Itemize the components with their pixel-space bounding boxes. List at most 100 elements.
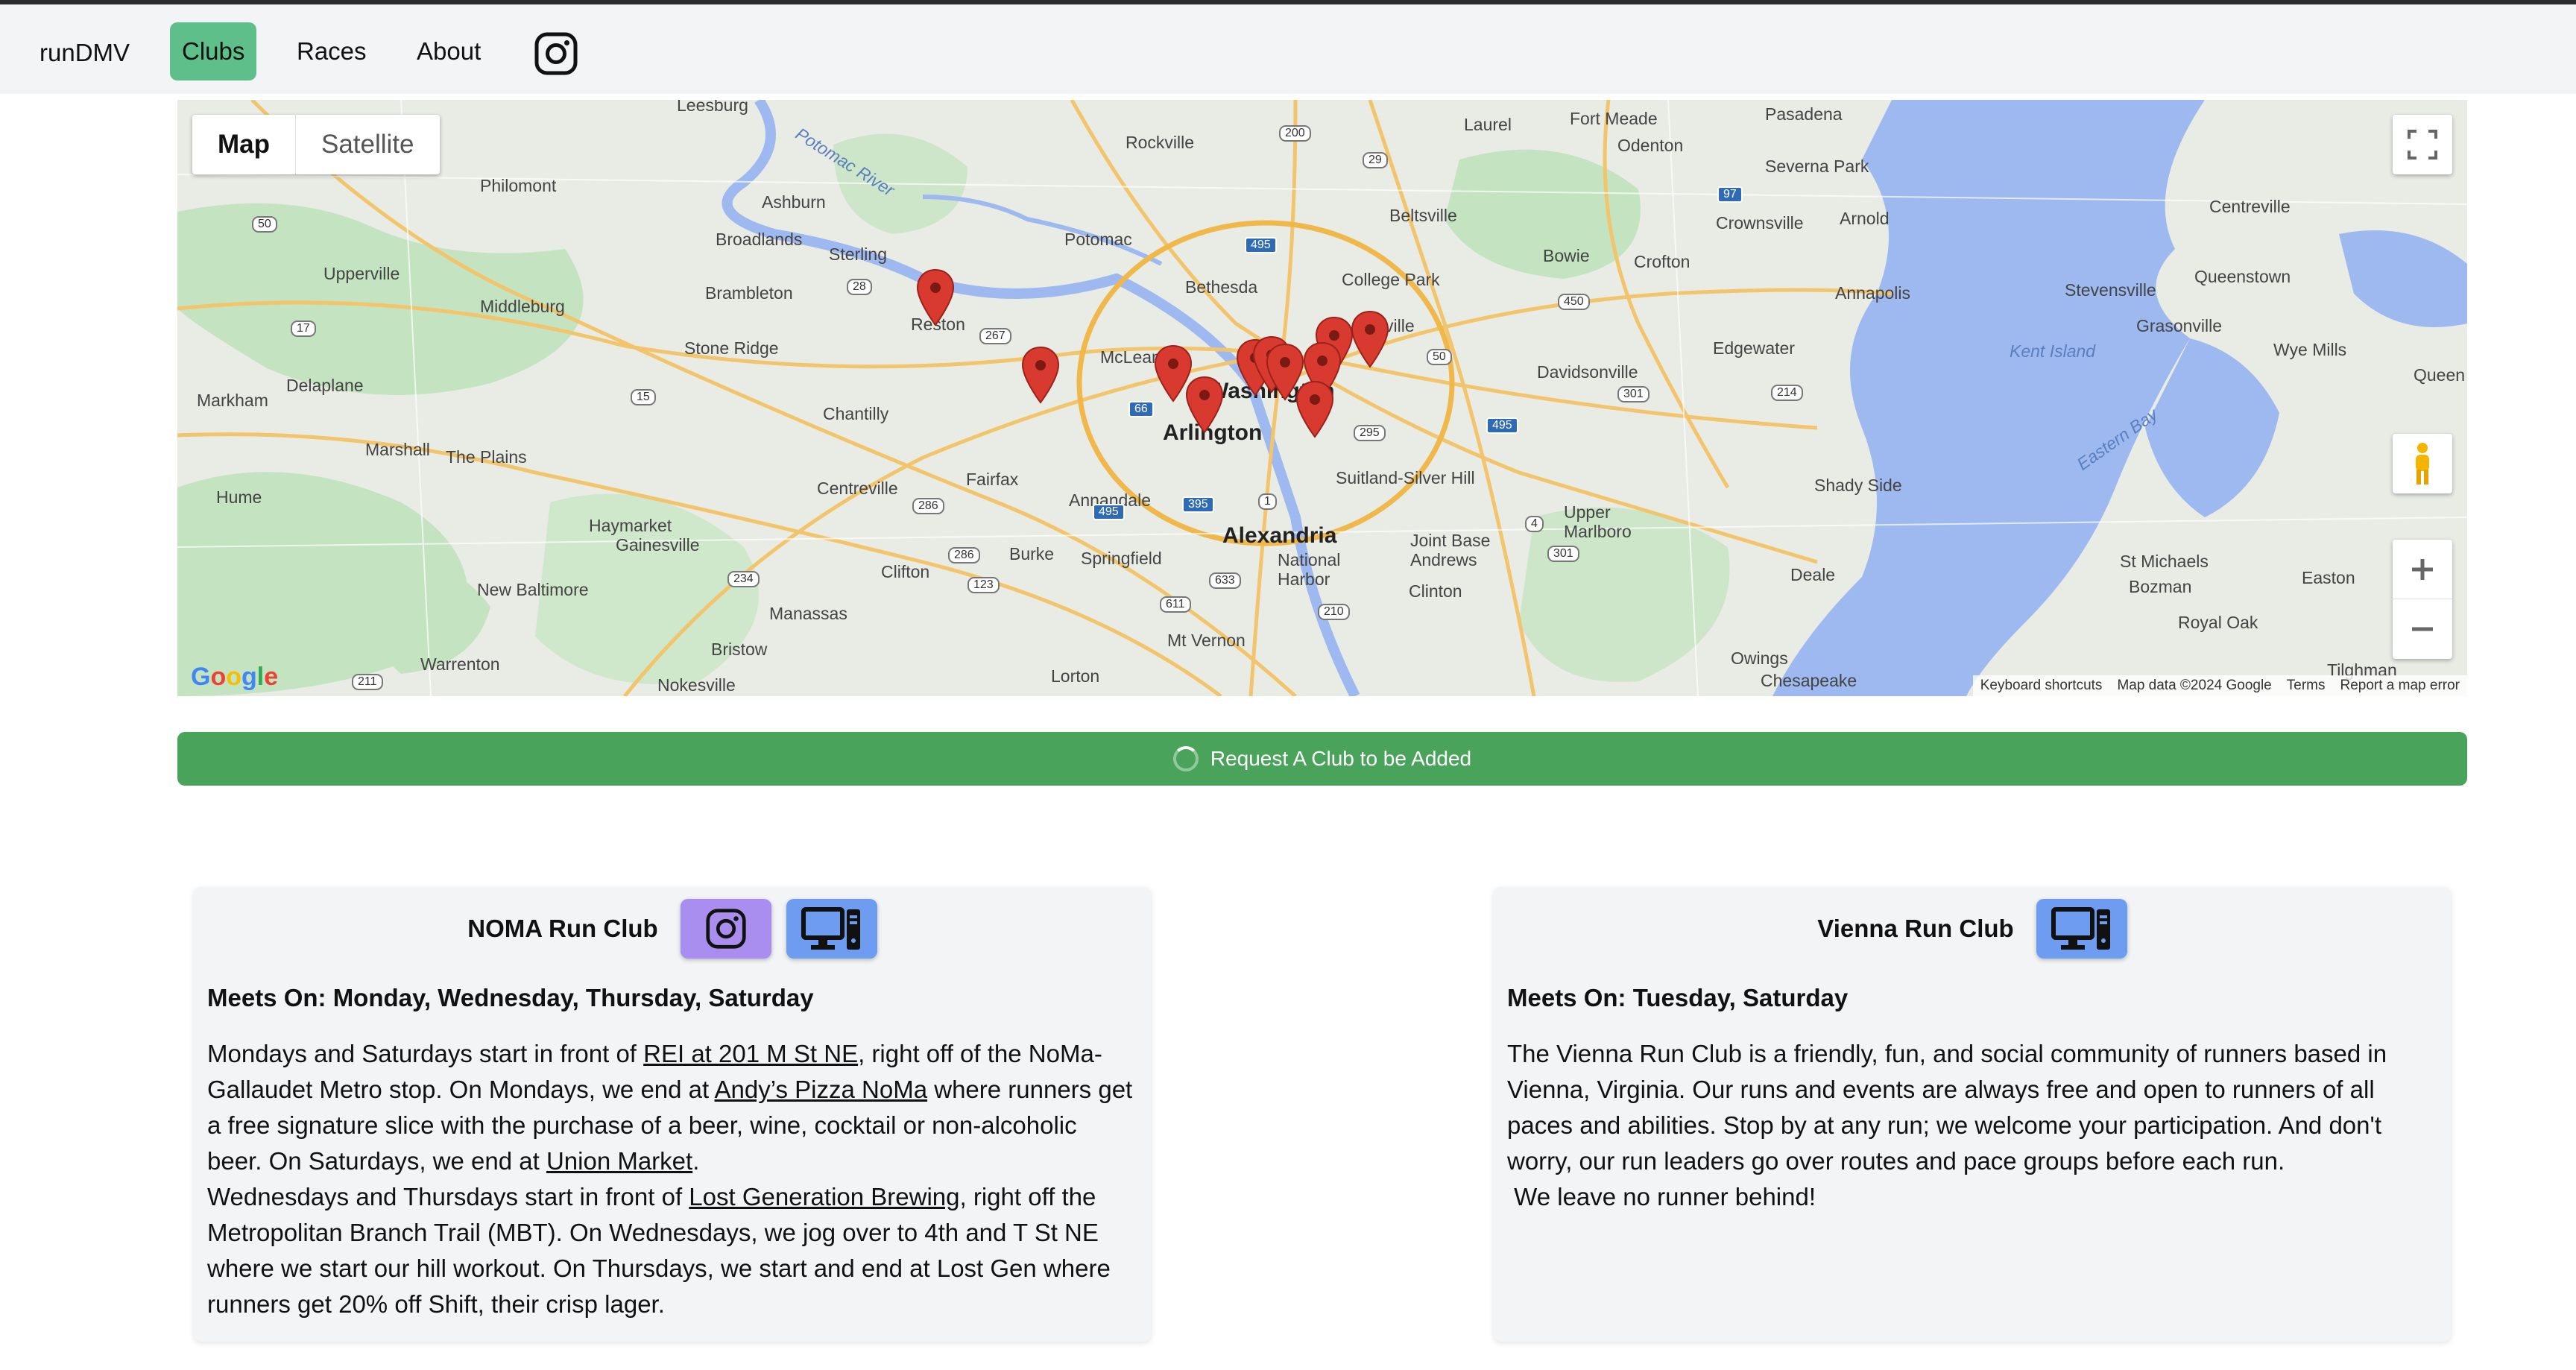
place-label: Annapolis <box>1835 283 1911 303</box>
loading-spinner-icon <box>1172 746 1199 771</box>
place-label: McLean <box>1100 347 1161 367</box>
place-label: Stevensville <box>2065 280 2156 300</box>
highway-shield: 123 <box>967 577 1000 593</box>
highway-shield: 286 <box>948 547 980 564</box>
instagram-icon <box>706 909 746 949</box>
place-label: Lorton <box>1051 666 1100 686</box>
highway-shield: 611 <box>1160 596 1191 613</box>
club-marker-pin[interactable] <box>1295 380 1334 438</box>
place-label: Clifton <box>881 562 930 581</box>
place-label: Haymarket <box>589 516 672 535</box>
place-label: Grasonville <box>2136 316 2223 335</box>
place-label: Broadlands <box>716 230 803 249</box>
place-label: Clinton <box>1409 581 1462 601</box>
map-attribution: Keyboard shortcuts Map data ©2024 Google… <box>1972 675 2467 696</box>
club-name: Vienna Run Club <box>1817 915 2014 942</box>
instagram-icon[interactable] <box>534 31 578 76</box>
place-label: Centreville <box>2209 197 2291 216</box>
highway-shield: 301 <box>1617 386 1650 403</box>
place-label: Laurel <box>1464 115 1512 134</box>
place-label: Chesapeake <box>1761 671 1857 690</box>
highway-shield: 15 <box>631 389 656 405</box>
place-label: Delaplane <box>286 376 364 395</box>
highway-shield: 214 <box>1771 385 1803 401</box>
club-card-header: Vienna Run Club <box>1494 899 2451 959</box>
place-label: Royal Oak <box>2178 613 2258 632</box>
place-label: Fort Meade <box>1570 109 1658 128</box>
place-label: New Baltimore <box>477 580 589 599</box>
place-label: Brambleton <box>705 283 793 303</box>
zoom-control <box>2393 540 2452 659</box>
club-marker-pin[interactable] <box>916 268 955 326</box>
highway-shield: 495 <box>1486 417 1518 434</box>
zoom-out-icon[interactable] <box>2393 599 2452 659</box>
computer-icon <box>2051 907 2110 950</box>
terms-link[interactable]: Terms <box>2279 675 2333 696</box>
location-link-lost-generation[interactable]: Lost Generation Brewing <box>689 1183 959 1210</box>
place-label: Rockville <box>1126 133 1195 152</box>
place-label: Beltsville <box>1389 206 1457 225</box>
place-label: Edgewater <box>1713 338 1795 358</box>
map-type-control: Map Satellite <box>192 115 440 174</box>
club-card-header: NOMA Run Club <box>194 899 1151 959</box>
brand-logo[interactable]: runDMV <box>40 39 130 67</box>
place-label: Nokesville <box>657 675 736 695</box>
place-label: Warrenton <box>420 654 500 674</box>
nav-races[interactable]: Races <box>285 22 379 81</box>
place-label: Leesburg <box>677 100 748 115</box>
clubs-map[interactable]: Leesburg Potomac River Rockville Laurel … <box>177 100 2467 696</box>
location-link-rei[interactable]: REI at 201 M St NE <box>643 1040 858 1067</box>
place-label: Philomont <box>480 176 557 195</box>
place-label: Marshall <box>365 440 430 459</box>
club-marker-pin[interactable] <box>1351 310 1389 368</box>
highway-shield: 28 <box>847 279 872 295</box>
place-label: Bozman <box>2129 577 2192 596</box>
map-type-satellite-button[interactable]: Satellite <box>296 115 440 174</box>
club-instagram-button[interactable] <box>680 899 771 959</box>
highway-shield: 495 <box>1093 504 1125 520</box>
report-map-error-link[interactable]: Report a map error <box>2332 675 2467 696</box>
highway-shield: 200 <box>1279 125 1311 142</box>
club-marker-pin[interactable] <box>1021 346 1060 404</box>
place-label: Ashburn <box>762 192 826 212</box>
place-label: Arnold <box>1840 209 1890 228</box>
place-label: St Michaels <box>2120 552 2209 571</box>
nav-clubs[interactable]: Clubs <box>170 22 257 81</box>
location-link-andys-pizza[interactable]: Andy’s Pizza NoMa <box>715 1076 928 1103</box>
highway-shield: 1 <box>1258 493 1277 510</box>
highway-shield: 301 <box>1547 546 1579 562</box>
club-meeting-days: Meets On: Tuesday, Saturday <box>1507 984 1849 1011</box>
fullscreen-icon[interactable] <box>2393 115 2452 174</box>
place-label: Centreville <box>817 479 898 498</box>
place-label: Easton <box>2302 568 2355 587</box>
desc-text: We leave no runner behind! <box>1514 1183 1816 1210</box>
place-label: Fairfax <box>966 470 1019 489</box>
place-label: Potomac <box>1064 230 1132 249</box>
zoom-in-icon[interactable] <box>2393 540 2452 599</box>
place-label: Sterling <box>829 244 887 264</box>
nav-about[interactable]: About <box>405 22 493 81</box>
place-label: Mt Vernon <box>1167 631 1246 650</box>
pegman-icon[interactable] <box>2393 434 2452 493</box>
highway-shield: 495 <box>1245 237 1277 253</box>
club-marker-pin[interactable] <box>1185 376 1224 434</box>
place-label: Bethesda <box>1185 277 1258 297</box>
highway-shield: 210 <box>1318 604 1350 620</box>
club-website-button[interactable] <box>2036 899 2127 959</box>
club-website-button[interactable] <box>786 899 877 959</box>
club-name: NOMA Run Club <box>467 915 658 942</box>
club-description: The Vienna Run Club is a friendly, fun, … <box>1507 1036 2437 1215</box>
place-label: Bristow <box>711 640 768 659</box>
keyboard-shortcuts-link[interactable]: Keyboard shortcuts <box>1973 675 2110 696</box>
desc-text: Mondays and Saturdays start in front of <box>207 1040 644 1067</box>
place-label: Deale <box>1790 565 1836 584</box>
club-description: Mondays and Saturdays start in front of … <box>207 1036 1137 1322</box>
place-label: Joint Base Andrews <box>1410 531 1491 569</box>
request-club-button[interactable]: Request A Club to be Added <box>177 732 2467 786</box>
map-data-text: Map data ©2024 Google <box>2117 678 2272 693</box>
highway-shield: 17 <box>291 321 316 337</box>
place-label: Upper Marlboro <box>1564 502 1632 541</box>
location-link-union-market[interactable]: Union Market <box>546 1147 692 1175</box>
highway-shield: 97 <box>1717 186 1743 203</box>
map-type-map-button[interactable]: Map <box>192 115 296 174</box>
